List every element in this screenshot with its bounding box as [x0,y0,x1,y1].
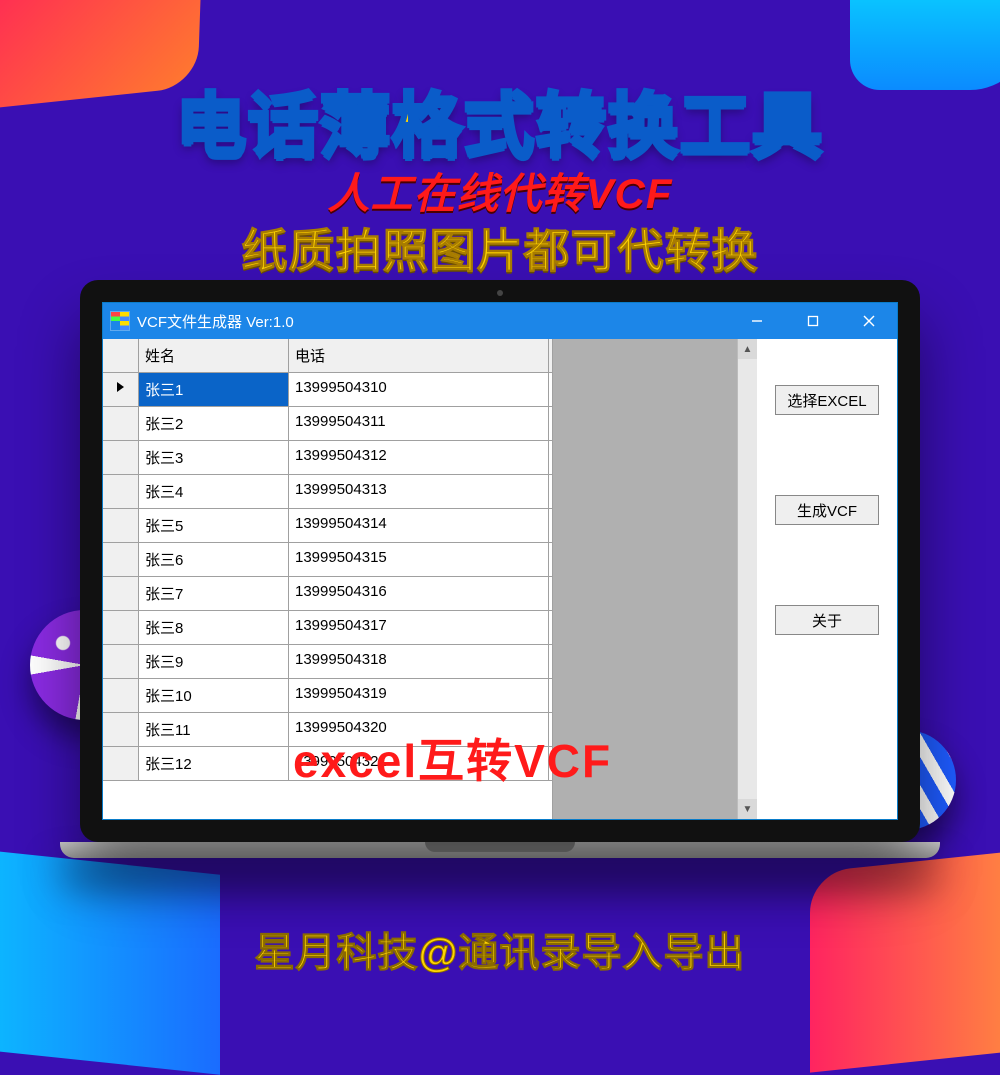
row-header[interactable] [103,509,139,542]
cell-name[interactable]: 张三4 [139,475,289,508]
table-row[interactable]: 张三913999504318 [103,645,552,679]
laptop-frame: VCF文件生成器 Ver:1.0 姓名 电话 张三113999504310张三2… [80,280,920,858]
row-header[interactable] [103,747,139,780]
cell-name[interactable]: 张三12 [139,747,289,780]
cell-name[interactable]: 张三2 [139,407,289,440]
table-row[interactable]: 张三1013999504319 [103,679,552,713]
cell-name[interactable]: 张三10 [139,679,289,712]
row-header[interactable] [103,543,139,576]
button-panel: 选择EXCEL 生成VCF 关于 [757,339,897,819]
cell-phone[interactable]: 13999504314 [289,509,549,542]
grid-header: 姓名 电话 [103,339,552,373]
cell-name[interactable]: 张三7 [139,577,289,610]
cell-phone[interactable]: 13999504316 [289,577,549,610]
row-header[interactable] [103,645,139,678]
cell-phone[interactable]: 13999504311 [289,407,549,440]
footer-text: 星月科技@通讯录导入导出 [0,920,1000,978]
cell-phone[interactable]: 13999504310 [289,373,549,406]
row-header[interactable] [103,713,139,746]
table-row[interactable]: 张三413999504313 [103,475,552,509]
cell-name[interactable]: 张三11 [139,713,289,746]
row-header[interactable] [103,373,139,406]
table-row[interactable]: 张三213999504311 [103,407,552,441]
row-header[interactable] [103,679,139,712]
app-icon [111,312,129,330]
headline-sub2: 纸质拍照图片都可代转换 [0,215,1000,281]
table-row[interactable]: 张三613999504315 [103,543,552,577]
cell-name[interactable]: 张三1 [139,373,289,406]
cell-phone[interactable]: 13999504317 [289,611,549,644]
row-header[interactable] [103,577,139,610]
window-titlebar[interactable]: VCF文件生成器 Ver:1.0 [103,303,897,339]
scroll-down-icon[interactable]: ▼ [738,799,757,819]
overlay-watermark: excel互转VCF [293,725,612,791]
column-header-name[interactable]: 姓名 [139,339,289,372]
table-row[interactable]: 张三713999504316 [103,577,552,611]
window-title: VCF文件生成器 Ver:1.0 [137,311,294,332]
table-row[interactable]: 张三813999504317 [103,611,552,645]
close-button[interactable] [841,303,897,339]
cell-phone[interactable]: 13999504319 [289,679,549,712]
cell-name[interactable]: 张三6 [139,543,289,576]
column-header-phone[interactable]: 电话 [289,339,549,372]
camera-dot-icon [497,290,503,296]
minimize-button[interactable] [729,303,785,339]
cell-name[interactable]: 张三9 [139,645,289,678]
cell-name[interactable]: 张三3 [139,441,289,474]
cell-name[interactable]: 张三8 [139,611,289,644]
app-window: VCF文件生成器 Ver:1.0 姓名 电话 张三113999504310张三2… [102,302,898,820]
headline-main: 电话薄格式转换工具 [0,70,1000,171]
headline-sub1: 人工在线代转VCF [0,160,1000,221]
table-row[interactable]: 张三313999504312 [103,441,552,475]
generate-vcf-button[interactable]: 生成VCF [775,495,879,525]
table-row[interactable]: 张三513999504314 [103,509,552,543]
vertical-scrollbar[interactable]: ▲ ▼ [737,339,757,819]
about-button[interactable]: 关于 [775,605,879,635]
cell-phone[interactable]: 13999504315 [289,543,549,576]
row-header[interactable] [103,441,139,474]
select-excel-button[interactable]: 选择EXCEL [775,385,879,415]
scroll-up-icon[interactable]: ▲ [738,339,757,359]
row-header[interactable] [103,407,139,440]
maximize-button[interactable] [785,303,841,339]
cell-phone[interactable]: 13999504318 [289,645,549,678]
row-header[interactable] [103,611,139,644]
cell-phone[interactable]: 13999504312 [289,441,549,474]
cell-phone[interactable]: 13999504313 [289,475,549,508]
cell-name[interactable]: 张三5 [139,509,289,542]
row-header[interactable] [103,475,139,508]
table-row[interactable]: 张三113999504310 [103,373,552,407]
current-row-icon [117,382,124,392]
